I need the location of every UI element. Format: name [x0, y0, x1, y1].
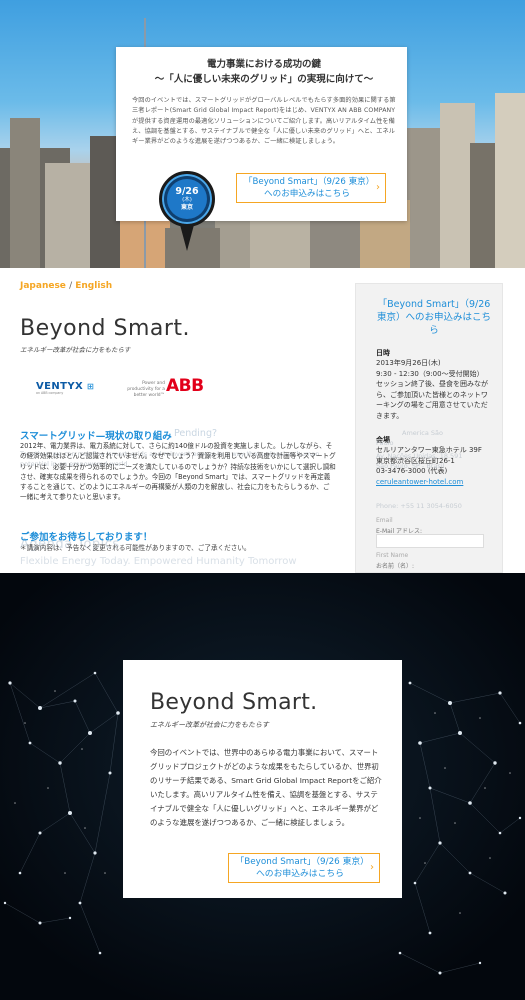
- bottom-body: 今回のイベントでは、世界中のあらゆる電力事業において、スマートグリッドプロジェク…: [150, 748, 382, 827]
- ghost-line: São Paulo, SP - Brasil: [376, 462, 445, 470]
- hero-body: 今回のイベントでは、スマートグリッドがグローバルレベルでもたらす多面的効果に関す…: [132, 97, 396, 146]
- first-name-field-label: お名前（名）:: [376, 563, 415, 570]
- language-switcher: Japanese / English: [20, 281, 112, 291]
- first-name-label: First Name: [376, 552, 409, 559]
- abb-logo: ABB: [166, 376, 204, 396]
- pin-location: 東京: [180, 204, 193, 211]
- sidebar-register-link[interactable]: 「Beyond Smart」（9/26 東京）へのお申込みはこちら: [376, 298, 492, 337]
- venue-website-link[interactable]: ceruleantower-hotel.com: [376, 477, 492, 487]
- time-value: 9:30 - 12:30（9:00～受付開始）: [376, 369, 484, 378]
- section-heading-status: スマートグリッド—現状の取り組み: [20, 431, 172, 442]
- pin-day: (木): [182, 197, 192, 203]
- ghost-line: Paulo: [376, 439, 394, 447]
- hero-title-line2: 〜「人に優しい未来のグリッド」の実現に向けて〜: [154, 74, 374, 85]
- lang-japanese-link[interactable]: Japanese: [20, 281, 66, 291]
- hero-title-line1: 電力事業における成功の鍵: [206, 59, 321, 70]
- bottom-title: Beyond Smart.: [150, 690, 318, 715]
- date-label: 日時: [376, 349, 390, 357]
- date-value: 2013年9月26日(木): [376, 359, 441, 367]
- hero-banner: 電力事業における成功の鍵 〜「人に優しい未来のグリッド」の実現に向けて〜 今回の…: [0, 0, 525, 268]
- ventyx-logo: VENTYX ⊞ an ABB company: [36, 381, 94, 395]
- date-pin: 9/26 (木) 東京: [159, 171, 215, 257]
- event-note: セッション終了後、昼食を囲みながら、ご参加頂いた皆様とのネットワーキングの場をご…: [376, 380, 488, 420]
- ghost-footer: Flexible Energy Today. Empowered Humanit…: [20, 556, 297, 567]
- grid-icon: ⊞: [87, 382, 95, 391]
- lang-english-link[interactable]: English: [75, 281, 112, 291]
- pin-body: 9/26 (木) 東京: [159, 171, 215, 227]
- page-subtitle: エネルギー改革が社会に力をもたらす: [20, 346, 131, 354]
- ghost-line: Av. Nações Unidas, 18.591: [376, 452, 463, 460]
- abb-tagline: Power and productivity for a better worl…: [127, 381, 165, 398]
- email-label: Email: [376, 517, 393, 524]
- ghost-heading: Pending?: [174, 428, 218, 439]
- section-body-note: ＊講演内容は、予告なく変更される可能性がありますので、ご了承ください。: [20, 544, 251, 552]
- section-body-status: 2012年、電力業界は、電力系統に対して、さらに約140億ドルの投資を実施しまし…: [20, 442, 336, 502]
- hero-title: 電力事業における成功の鍵 〜「人に優しい未来のグリッド」の実現に向けて〜: [132, 57, 396, 87]
- lang-separator: /: [69, 281, 73, 291]
- section-heading-invite: ご参加をお待ちしております！: [20, 532, 153, 543]
- bottom-subtitle: エネルギー改革が社会に力をもたらす: [150, 721, 269, 729]
- pin-date: 9/26: [175, 186, 199, 197]
- ghost-line: America São: [402, 429, 443, 437]
- bottom-register-button[interactable]: 「Beyond Smart」（9/26 東京）へのお申込みはこちら ›: [228, 853, 380, 883]
- bottom-register-label: 「Beyond Smart」（9/26 東京）へのお申込みはこちら: [235, 857, 365, 879]
- hero-register-button[interactable]: 「Beyond Smart」（9/26 東京）へのお申込みはこちら ›: [236, 173, 386, 203]
- chevron-right-icon: ›: [376, 182, 380, 193]
- page-title: Beyond Smart.: [20, 316, 191, 341]
- hero-register-label: 「Beyond Smart」（9/26 東京）へのお申込みはこちら: [243, 177, 371, 199]
- ghost-line: Phone: +55 11 3054-6050: [376, 502, 462, 510]
- email-field[interactable]: [376, 534, 484, 548]
- pin-inner: 9/26 (木) 東京: [167, 179, 207, 219]
- chevron-right-icon: ›: [370, 862, 374, 873]
